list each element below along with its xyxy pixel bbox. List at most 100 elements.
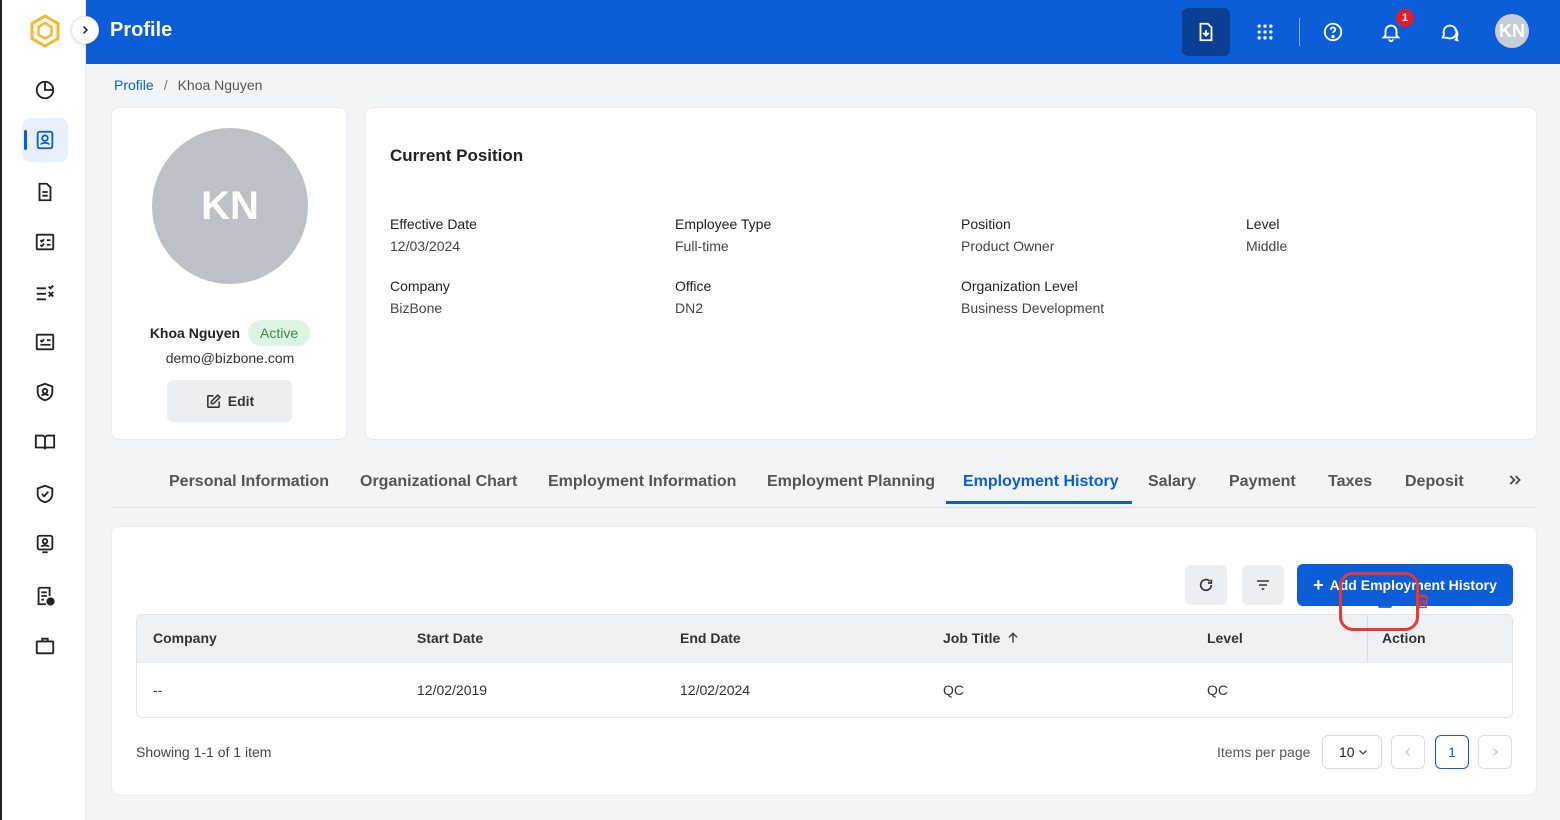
profile-card: KN Khoa Nguyen Active demo@bizbone.com E…: [111, 107, 347, 440]
breadcrumb: Profile / Khoa Nguyen: [114, 77, 262, 93]
sidebar-item-employees[interactable]: [22, 522, 68, 566]
cell-start-date: 12/02/2019: [417, 682, 488, 698]
tab-payment[interactable]: Payment: [1229, 473, 1296, 491]
sidebar-item-security[interactable]: [22, 370, 68, 414]
next-page-button[interactable]: [1478, 735, 1512, 769]
column-header-end-date[interactable]: End Date: [680, 630, 741, 646]
field-value: Full-time: [675, 238, 729, 254]
approval-icon: [35, 333, 55, 351]
sidebar-item-dashboard[interactable]: [22, 68, 68, 112]
items-per-page-label: Items per page: [1217, 744, 1311, 760]
chevron-left-icon: [1404, 747, 1411, 757]
security-icon: [36, 382, 54, 402]
badge-icon: [36, 534, 54, 554]
double-chevron-right-icon: [1509, 475, 1521, 485]
sidebar: [0, 0, 86, 820]
sidebar-expand-button[interactable]: [71, 16, 99, 44]
chevron-right-icon: [1492, 747, 1499, 757]
notification-badge: 1: [1396, 9, 1414, 27]
app-logo[interactable]: [28, 14, 62, 48]
cell-job-title: QC: [943, 682, 964, 698]
tab-deposit[interactable]: Deposit: [1405, 473, 1464, 491]
edit-profile-button[interactable]: Edit: [167, 380, 292, 422]
column-header-company[interactable]: Company: [153, 630, 217, 646]
sidebar-item-compliance[interactable]: [22, 472, 68, 516]
tabs-more-button[interactable]: [1507, 472, 1523, 493]
pagination-summary: Showing 1-1 of 1 item: [136, 744, 272, 760]
chevron-right-icon: [82, 25, 89, 35]
field-value: Middle: [1246, 238, 1288, 254]
column-header-start-date[interactable]: Start Date: [417, 630, 483, 646]
apps-menu-button[interactable]: [1241, 8, 1289, 56]
checklist-icon: [35, 233, 55, 251]
column-header-job-title-label: Job Title: [943, 630, 1001, 646]
field-label: Employee Type: [675, 216, 772, 232]
sidebar-item-reports[interactable]: [22, 574, 68, 618]
field-label: Position: [961, 216, 1011, 232]
page-title: Profile: [110, 19, 173, 41]
cell-company: --: [153, 682, 163, 698]
field-company: Company BizBone: [390, 278, 450, 316]
sort-ascending-icon: [1008, 632, 1018, 643]
tab-employment-history[interactable]: Employment History: [963, 473, 1119, 491]
column-header-level[interactable]: Level: [1207, 630, 1243, 646]
tab-taxes[interactable]: Taxes: [1328, 473, 1372, 491]
sidebar-item-documents[interactable]: [22, 170, 68, 214]
field-value: 12/03/2024: [390, 238, 461, 254]
page-button-current[interactable]: 1: [1435, 735, 1469, 769]
column-header-job-title[interactable]: Job Title: [943, 630, 1020, 646]
book-icon: [34, 434, 56, 450]
filter-icon: [1257, 580, 1269, 590]
items-per-page-value: 10: [1339, 744, 1355, 760]
previous-page-button[interactable]: [1391, 735, 1425, 769]
items-per-page-select[interactable]: 10: [1322, 735, 1382, 769]
help-button[interactable]: [1309, 8, 1357, 56]
field-effective-date: Effective Date 12/03/2024: [390, 216, 477, 254]
field-office: Office DN2: [675, 278, 711, 316]
top-bar: Profile 1 KN: [86, 0, 1560, 64]
sidebar-item-approvals[interactable]: [22, 320, 68, 364]
chat-button[interactable]: [1426, 8, 1474, 56]
current-position-title: Current Position: [390, 146, 524, 165]
field-employee-type: Employee Type Full-time: [675, 216, 771, 254]
user-avatar[interactable]: KN: [1495, 14, 1529, 48]
field-level: Level Middle: [1246, 216, 1287, 254]
cell-end-date: 12/02/2024: [680, 682, 751, 698]
edit-icon: [206, 393, 221, 408]
tab-employment-information[interactable]: Employment Information: [548, 473, 736, 491]
field-value: Business Development: [961, 300, 1105, 316]
help-icon: [1323, 22, 1343, 42]
edit-icon: [1378, 593, 1393, 608]
breadcrumb-root-link[interactable]: Profile: [114, 77, 154, 93]
table-header: Company Start Date End Date Job Title Le…: [137, 615, 1512, 662]
refresh-icon: [1199, 578, 1213, 592]
sidebar-item-tasks[interactable]: [22, 270, 68, 314]
refresh-button[interactable]: [1185, 565, 1227, 605]
table-row: -- 12/02/2019 12/02/2024 QC QC: [137, 662, 1512, 717]
dashboard-icon: [35, 80, 55, 100]
sidebar-item-handbook[interactable]: [22, 420, 68, 464]
tab-organizational-chart[interactable]: Organizational Chart: [360, 473, 517, 491]
profile-name: Khoa Nguyen: [149, 325, 241, 341]
breadcrumb-current: Khoa Nguyen: [177, 77, 263, 93]
report-icon: [37, 586, 55, 606]
edit-row-button[interactable]: [1375, 591, 1395, 611]
sidebar-item-checklist[interactable]: [22, 220, 68, 264]
topbar-divider: [1299, 18, 1300, 46]
field-label: Effective Date: [390, 216, 477, 232]
field-label: Organization Level: [961, 278, 1078, 294]
cell-level: QC: [1207, 682, 1228, 698]
delete-row-button[interactable]: [1412, 591, 1432, 611]
tab-personal-information[interactable]: Personal Information: [169, 473, 329, 491]
document-icon: [38, 182, 52, 202]
tab-employment-planning[interactable]: Employment Planning: [767, 473, 935, 491]
filter-button[interactable]: [1242, 565, 1284, 605]
tab-salary[interactable]: Salary: [1148, 473, 1196, 491]
sidebar-item-profile[interactable]: [22, 118, 68, 162]
employment-history-card: + Add Employment History Company Start D…: [111, 526, 1537, 796]
field-label: Level: [1246, 216, 1280, 232]
field-value: BizBone: [390, 300, 443, 316]
download-button[interactable]: [1182, 8, 1230, 56]
sidebar-item-jobs[interactable]: [22, 624, 68, 668]
shield-check-icon: [36, 484, 54, 504]
